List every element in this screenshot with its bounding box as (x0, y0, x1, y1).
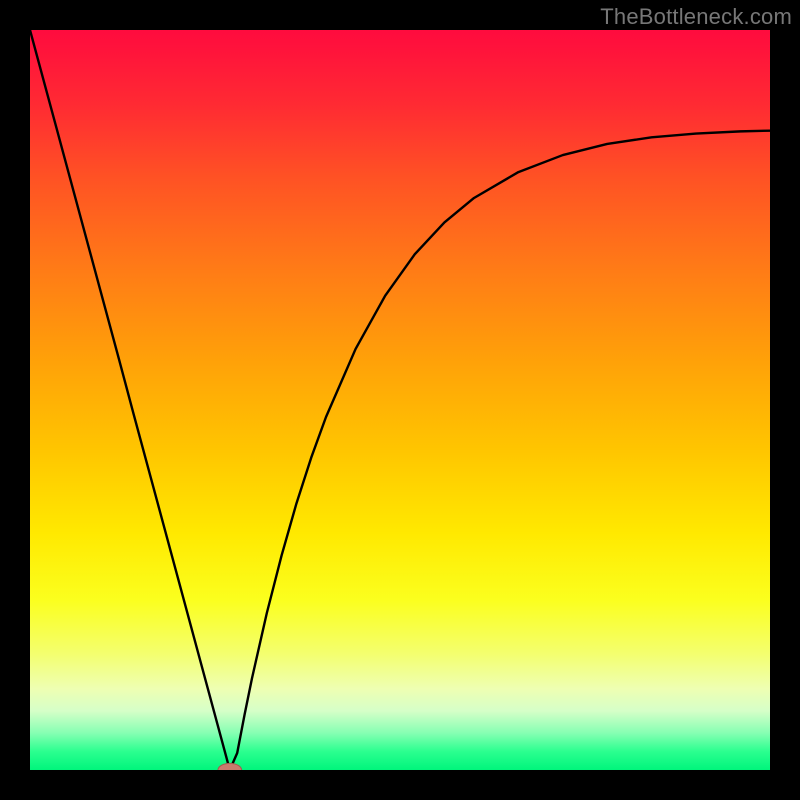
chart-frame: TheBottleneck.com (0, 0, 800, 800)
plot-area (30, 30, 770, 770)
bottleneck-curve (30, 30, 770, 770)
chart-svg (30, 30, 770, 770)
min-marker (218, 763, 242, 770)
watermark: TheBottleneck.com (600, 4, 792, 30)
